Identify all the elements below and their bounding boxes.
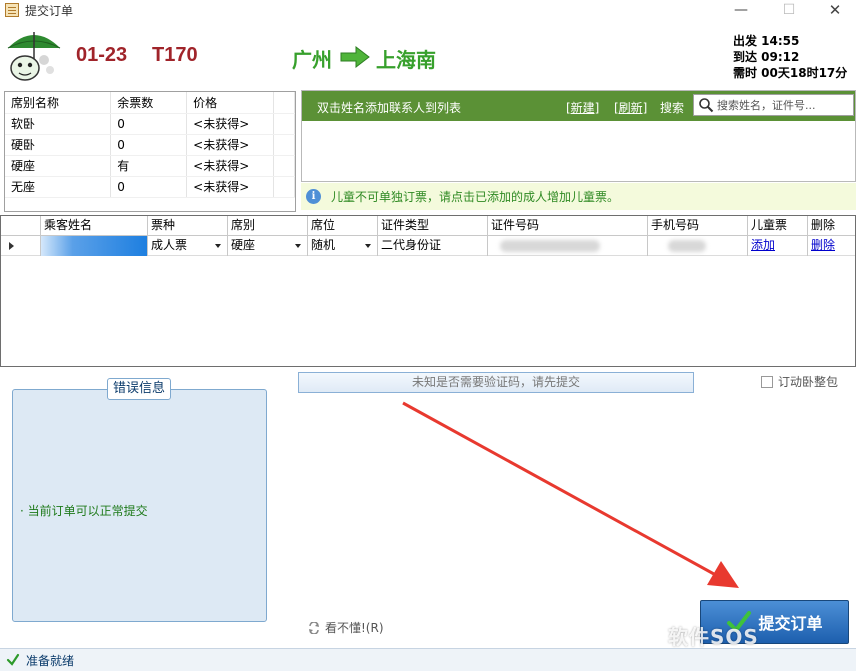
help-link[interactable]: 看不懂!(R) [308,619,384,636]
header-phone: 手机号码 [648,216,748,236]
status-bar: 准备就绪 [0,648,856,671]
ticket-type-select[interactable]: 成人票 [148,236,228,256]
chevron-down-icon [365,244,371,248]
contacts-panel: 双击姓名添加联系人到列表 [新建] [刷新] 搜索 [301,90,856,182]
search-icon [699,98,714,113]
header-child-ticket: 儿童票 [748,216,808,236]
watermark: 软件SOS [668,621,759,650]
notice-text: 儿童不可单独订票，请点击已添加的成人增加儿童票。 [331,190,620,204]
close-button[interactable]: ✕ [812,0,856,20]
seat-header-name: 席别名称 [5,92,112,114]
contacts-hint: 双击姓名添加联系人到列表 [317,101,462,115]
id-number-cell[interactable] [488,236,648,256]
seat-name: 硬卧 [5,134,112,156]
captcha-status-bar[interactable]: 未知是否需要验证码，请先提交 [298,372,694,393]
row-pointer-icon [9,242,14,250]
seat-price: <未获得> [186,134,275,156]
seat-row[interactable]: 软卧 0 <未获得> [5,113,295,135]
seat-count: 有 [110,155,188,177]
header-seat-position: 席位 [308,216,378,236]
header-id-type: 证件类型 [378,216,488,236]
table-row[interactable]: 成人票 硬座 随机 二代身份证 添加 删除 [1,236,855,256]
delete-passenger-link[interactable]: 删除 [811,238,835,252]
train-number: T170 [152,44,198,66]
redacted-phone [668,240,706,252]
passenger-name-cell[interactable] [41,236,148,256]
arrive-time: 到达 09:12 [733,50,800,64]
submit-order-label: 提交订单 [758,614,823,633]
seat-name: 硬座 [5,155,112,177]
phone-cell[interactable] [648,236,748,256]
header-passenger-name: 乘客姓名 [41,216,148,236]
seat-availability-table: 席别名称 余票数 价格 软卧 0 <未获得> 硬卧 0 <未获得> 硬座 有 <… [4,91,296,212]
ticket-type-value: 成人票 [151,238,188,252]
seat-table-header: 席别名称 余票数 价格 [5,92,295,114]
seat-price: <未获得> [186,176,275,198]
seat-class-value: 硬座 [231,238,256,252]
seat-position-select[interactable]: 随机 [308,236,378,256]
delete-cell: 删除 [808,236,855,256]
child-ticket-notice: i 儿童不可单独订票，请点击已添加的成人增加儿童票。 [301,183,856,210]
watermark-text: 软件SOS [668,625,759,649]
row-selector[interactable] [1,236,41,256]
arrow-right-icon [340,46,370,68]
info-icon: i [306,189,321,204]
contacts-header: 双击姓名添加联系人到列表 [新建] [刷新] 搜索 [302,91,855,121]
seat-name: 无座 [5,176,112,198]
notepad-icon [5,3,19,17]
header-delete: 删除 [811,218,836,232]
search-input[interactable] [714,98,852,112]
chevron-down-icon [295,244,301,248]
help-label: 看不懂!(R) [325,621,384,635]
schedule-info: 出发 14:55 到达 09:12 需时 00天18时17分 [733,33,847,81]
seat-count: 0 [110,113,188,135]
sleeper-package-label: 订动卧整包 [778,375,839,389]
seat-count: 0 [110,176,188,198]
from-station: 广州 [292,48,332,72]
sleeper-package-option[interactable]: 订动卧整包 [761,373,838,390]
search-box[interactable] [693,94,854,116]
annotation-arrow-icon [402,401,739,588]
seat-row[interactable]: 硬卧 0 <未获得> [5,134,295,156]
seat-row[interactable]: 无座 0 <未获得> [5,176,295,198]
grid-header: 乘客姓名 票种 席别 席位 证件类型 证件号码 手机号码 儿童票 删除 [1,216,855,236]
depart-time: 出发 14:55 [733,34,800,48]
train-date: 01-23 [76,44,128,66]
seat-position-value: 随机 [311,238,336,252]
refresh-contacts-link[interactable]: [刷新] [614,99,647,116]
seat-count: 0 [110,134,188,156]
window-title: 提交订单 [25,3,74,18]
checkmark-icon [6,653,20,666]
seat-row[interactable]: 硬座 有 <未获得> [5,155,295,177]
status-text: 准备就绪 [26,653,75,668]
contacts-list[interactable] [302,121,855,181]
redacted-id [500,240,600,252]
minimize-button[interactable]: — [718,0,764,20]
seat-header-count: 余票数 [110,92,188,114]
search-label: 搜索 [660,101,685,115]
mascot-umbrella-icon [7,32,61,81]
travel-duration: 需时 00天18时17分 [733,66,848,80]
header-seat-class: 席别 [228,216,308,236]
chevron-down-icon [215,244,221,248]
passenger-grid: 乘客姓名 票种 席别 席位 证件类型 证件号码 手机号码 儿童票 删除 成人票 … [0,215,856,367]
child-ticket-cell: 添加 [748,236,808,256]
seat-price: <未获得> [186,155,275,177]
sleeper-package-checkbox[interactable] [761,375,773,388]
refresh-icon [309,621,319,634]
maximize-button[interactable]: ☐ [766,0,812,20]
id-type-cell[interactable]: 二代身份证 [378,236,488,256]
seat-header-price: 价格 [186,92,275,114]
to-station: 上海南 [376,48,436,72]
header-id-number: 证件号码 [488,216,648,236]
error-info-message: · 当前订单可以正常提交 [20,504,148,518]
seat-name: 软卧 [5,113,112,135]
add-child-link[interactable]: 添加 [751,238,775,252]
new-contact-link[interactable]: [新建] [566,99,599,116]
seat-price: <未获得> [186,113,275,135]
header-ticket-type: 票种 [148,216,228,236]
seat-class-select[interactable]: 硬座 [228,236,308,256]
error-info-title: 错误信息 [107,378,172,400]
